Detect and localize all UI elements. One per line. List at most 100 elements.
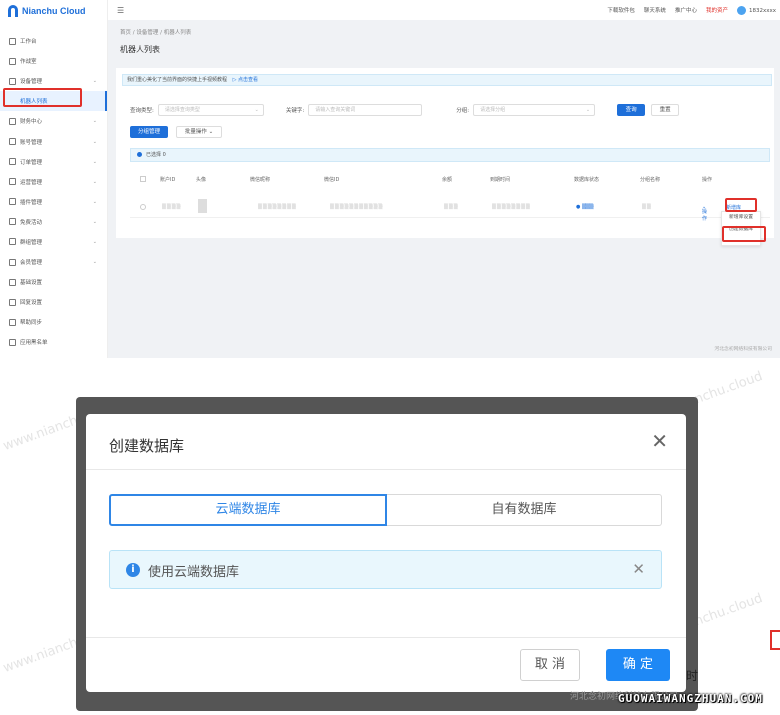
sidebar-item-1[interactable]: 作战室 — [0, 51, 107, 71]
sidebar-item-11[interactable]: 会员管理 ⌄ — [0, 252, 107, 272]
type-select[interactable]: 请选择查询类型 ⌄ — [157, 104, 264, 116]
column-header: 到期时间 — [490, 177, 511, 183]
tutorial-link[interactable]: ▷ 点击查看 — [233, 77, 258, 83]
sidebar: Nianchu Cloud 工作台 作战室 设备管理 ⌄ 机器人列表 财务中心 ⌄ 账号管理 ⌄… — [0, 0, 108, 358]
column-header: 余额 — [442, 177, 453, 183]
sidebar-item-6[interactable]: 订单管理 ⌄ — [0, 152, 107, 172]
info-alert: i 使用云端数据库 ✕ — [109, 550, 662, 589]
cell-expire: ▒▒▒▒▒▒▒▒ — [492, 204, 531, 210]
sidebar-item-13[interactable]: 回复设置 — [0, 292, 107, 312]
selection-bar: 已选择 0 — [130, 148, 770, 162]
page-title: 机器人列表 — [120, 45, 160, 54]
topbar: ☰ 下载软件包 聊天系统 推广中心 我的资产 1832xxxx — [108, 0, 780, 20]
column-header: 分组名称 — [640, 177, 661, 183]
block-icon — [9, 338, 16, 346]
batch-action-button[interactable]: 批量操作 ⌄ — [176, 126, 222, 138]
sidebar-item-label: 帮助同步 — [20, 320, 43, 327]
sidebar-item-label: 会员管理 — [20, 260, 43, 267]
filter-bar: 查询类型: 请选择查询类型 ⌄ 关键字: 请输入查询关键词 分组: 请选择分组 … — [130, 104, 680, 116]
group-manage-button[interactable]: 分组管理 — [130, 126, 168, 138]
row-checkbox[interactable] — [140, 204, 146, 210]
chevron-down-icon: ⌄ — [92, 138, 97, 145]
chart-icon — [9, 178, 16, 186]
row-ops-link[interactable]: 操作 ⌄ — [702, 204, 707, 222]
order-icon — [9, 158, 16, 166]
cell-db-status: ● ▒▒▒ — [576, 204, 594, 210]
chevron-down-icon: ⌄ — [92, 78, 97, 85]
sidebar-item-10[interactable]: 群组管理 ⌄ — [0, 232, 107, 252]
column-header: 头像 — [196, 177, 207, 183]
sidebar-item-label: 插件管理 — [20, 199, 43, 206]
gear-icon — [9, 57, 16, 65]
info-dot-icon — [137, 152, 142, 157]
select-all-checkbox[interactable] — [140, 176, 146, 182]
sidebar-item-label: 应用黑名单 — [20, 340, 48, 347]
sidebar-item-9[interactable]: 免费活动 ⌄ — [0, 212, 107, 232]
menu-toggle-icon[interactable]: ☰ — [117, 6, 124, 15]
sidebar-menu: 工作台 作战室 设备管理 ⌄ 机器人列表 财务中心 ⌄ 账号管理 ⌄ 订单管理 ⌄ 运营管理 ⌄ 插件管理… — [0, 31, 107, 353]
sidebar-item-4[interactable]: 财务中心 ⌄ — [0, 111, 107, 131]
sidebar-item-5[interactable]: 账号管理 ⌄ — [0, 131, 107, 151]
sidebar-item-label: 回复设置 — [20, 300, 43, 307]
avatar — [736, 5, 746, 15]
chevron-down-icon: ⌄ — [92, 198, 97, 205]
reset-button[interactable]: 重置 — [651, 104, 680, 116]
keyword-label: 关键字: — [285, 108, 305, 114]
confirm-button[interactable]: 确 定 — [606, 649, 670, 681]
breadcrumb: 首页 / 设备管理 / 机器人列表 — [120, 30, 192, 36]
close-icon[interactable]: ✕ — [651, 431, 668, 451]
nav-promo[interactable]: 推广中心 — [675, 6, 697, 14]
brand-logo[interactable]: Nianchu Cloud — [0, 1, 107, 21]
sidebar-item-8[interactable]: 插件管理 ⌄ — [0, 192, 107, 212]
alert-text: 使用云端数据库 — [148, 565, 240, 580]
nav-assets[interactable]: 我的资产 — [706, 6, 728, 14]
user-icon — [9, 138, 16, 146]
chevron-down-icon: ⌄ — [92, 218, 97, 225]
sidebar-item-12[interactable]: 基础设置 — [0, 272, 107, 292]
nav-download[interactable]: 下载软件包 — [607, 6, 635, 14]
user-account[interactable]: 1832xxxx — [736, 5, 776, 15]
chevron-down-icon: ⌄ — [92, 118, 97, 125]
nav-chat[interactable]: 聊天系统 — [644, 6, 666, 14]
tab-own-db[interactable]: 自有数据库 — [387, 494, 662, 526]
sidebar-item-label: 作战室 — [20, 59, 37, 66]
sidebar-item-0[interactable]: 工作台 — [0, 31, 107, 51]
table-header: 账户ID 头像 微信昵称 微信ID 余额 到期时间 数据库状态 分组名称 操作 — [130, 172, 770, 186]
sidebar-item-15[interactable]: 应用黑名单 — [0, 332, 107, 352]
site-watermark: GUOWAIWANGZHUAN.COM — [618, 692, 763, 705]
action-row: 分组管理 批量操作 ⌄ — [130, 126, 222, 138]
chevron-down-icon: ⌄ — [92, 238, 97, 245]
column-header: 微信ID — [324, 177, 340, 183]
divider — [86, 469, 686, 470]
menu-item-db-settings[interactable]: 新增库设置 — [722, 212, 760, 224]
reply-icon — [9, 298, 16, 306]
db-type-segment: 云端数据库 自有数据库 — [109, 494, 662, 526]
sidebar-item-7[interactable]: 运营管理 ⌄ — [0, 172, 107, 192]
overflow-text: 时 — [686, 669, 699, 683]
table-row[interactable]: ▒▒▒▒ ▒▒▒▒▒▒▒▒ ▒▒▒▒▒▒▒▒▒▒▒ ▒▒▒ ▒▒▒▒▒▒▒▒ ●… — [130, 196, 770, 222]
cell-account-id: ▒▒▒▒ — [162, 204, 182, 210]
group-icon — [9, 238, 16, 246]
batch-action-label: 批量操作 — [184, 129, 207, 135]
cell-nickname: ▒▒▒▒▒▒▒▒ — [258, 204, 297, 210]
keyword-input[interactable]: 请输入查询关键词 — [308, 104, 423, 116]
sidebar-item-label: 群组管理 — [20, 239, 43, 246]
wallet-icon — [9, 117, 16, 125]
cancel-button[interactable]: 取 消 — [520, 649, 580, 681]
divider — [86, 637, 686, 638]
highlight-create-db — [722, 226, 766, 242]
chevron-down-icon: ⌄ — [92, 259, 97, 266]
sidebar-item-label: 订单管理 — [20, 159, 43, 166]
sidebar-item-14[interactable]: 帮助同步 — [0, 312, 107, 332]
plugin-icon — [9, 198, 16, 206]
avatar — [198, 199, 207, 213]
help-icon — [9, 318, 16, 326]
group-placeholder: 请选择分组 — [480, 107, 506, 113]
highlight-edge — [770, 630, 780, 650]
search-button[interactable]: 查询 — [617, 104, 646, 116]
alert-close-icon[interactable]: ✕ — [632, 560, 645, 578]
group-select[interactable]: 请选择分组 ⌄ — [473, 104, 596, 116]
user-phone: 1832xxxx — [748, 7, 776, 14]
tab-cloud-db[interactable]: 云端数据库 — [109, 494, 387, 526]
row-ops-label: 操作 — [702, 209, 708, 222]
